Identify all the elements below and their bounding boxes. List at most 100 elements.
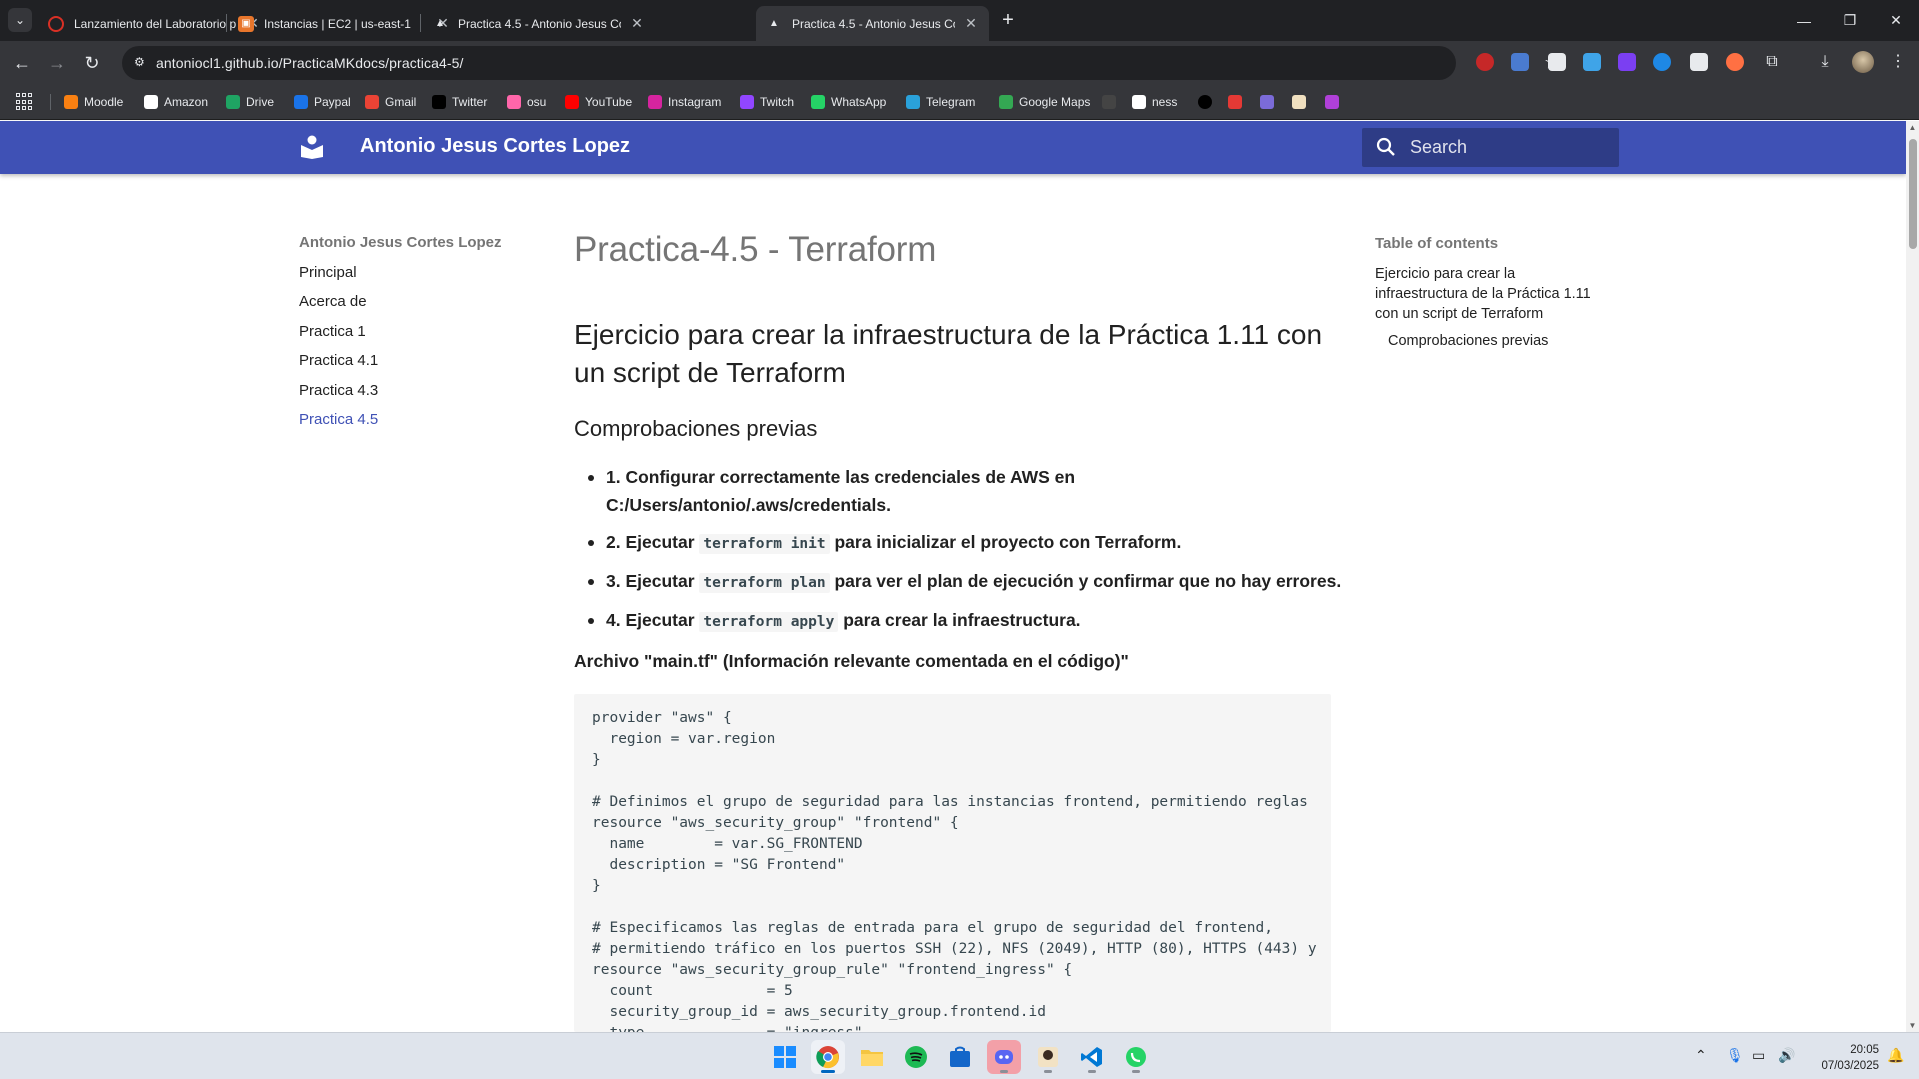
scroll-down-icon[interactable]: ▼ [1908,1021,1917,1030]
app-icon[interactable] [1031,1040,1065,1074]
bookmark-twitter[interactable]: Twitter [432,93,487,111]
shazam-extension-icon[interactable] [1653,53,1671,71]
wordpress-icon [1132,95,1146,109]
bookmark-drive[interactable]: Drive [226,93,274,111]
bookmark-label: Google Maps [1019,95,1091,109]
nav-item-practica-4-5[interactable]: Practica 4.5 [299,411,378,428]
blue-app-icon [1260,95,1274,109]
tab-practica-1[interactable]: ▲ Practica 4.5 - Antonio Jesus Cor ✕ [422,6,655,41]
chrome-menu-icon[interactable]: ⋮ [1888,52,1908,72]
threads-icon [1198,95,1212,109]
network-icon[interactable]: ▭ [1752,1047,1765,1064]
bookmark-ness[interactable]: ness [1132,93,1177,111]
code-text[interactable]: provider "aws" { region = var.region } #… [592,708,1317,1032]
bookmark-gg[interactable] [1102,93,1122,111]
volume-icon[interactable]: 🔊 [1778,1047,1795,1064]
tab-title: Practica 4.5 - Antonio Jesus Cor [792,16,955,31]
steps-list: 1. Configurar correctamente las credenci… [574,463,1354,645]
forward-button[interactable]: → [43,49,71,77]
scroll-thumb[interactable] [1909,139,1917,249]
site-info-icon[interactable]: ⚙ [134,55,150,71]
toc-sublink[interactable]: Comprobaciones previas [1388,333,1548,349]
download-icon[interactable]: ⤓ [1815,52,1835,72]
bookmark-telegram[interactable]: Telegram [906,93,975,111]
scroll-up-icon[interactable]: ▲ [1908,123,1917,132]
notification-icon[interactable]: 🔔 [1887,1047,1904,1064]
bookmark-app-purple[interactable] [1325,93,1345,111]
store-icon[interactable] [943,1040,977,1074]
bookmark-moodle[interactable]: Moodle [64,93,123,111]
red-app-icon [1228,95,1242,109]
bookmark-app-blue[interactable] [1260,93,1280,111]
gg-icon [1102,95,1116,109]
bookmarks-bar: Moodle Amazon Drive Paypal Gmail Twitter osu Yo… [0,84,1919,120]
bookmark-label: Moodle [84,95,124,109]
file-explorer-icon[interactable] [855,1040,889,1074]
chrome-icon[interactable] [811,1040,845,1074]
amazon-icon [144,95,158,109]
bookmark-app-red[interactable] [1228,93,1248,111]
search-box[interactable] [1362,128,1619,167]
step-text: 3. Ejecutar [606,571,700,591]
system-clock[interactable]: 20:05 07/03/2025 [1799,1042,1879,1074]
address-bar[interactable]: ⚙ antoniocl1.github.io/PracticaMKdocs/pr… [122,46,1560,80]
code-block[interactable]: provider "aws" { region = var.region } #… [574,694,1331,1032]
bookmark-osu[interactable]: osu [507,93,546,111]
discord-icon[interactable] [987,1040,1021,1074]
adblock-extension-icon[interactable] [1476,53,1494,71]
step-text: para inicializar el proyecto con Terrafo… [829,532,1182,552]
extensions-puzzle-icon[interactable]: ⧉ [1762,52,1782,72]
bookmark-label: WhatsApp [831,95,887,109]
close-icon[interactable]: ✕ [629,15,645,32]
p-extension-icon[interactable] [1618,53,1636,71]
bookmark-whatsapp[interactable]: WhatsApp [811,93,886,111]
bookmark-instagram[interactable]: Instagram [648,93,721,111]
microphone-icon[interactable]: 🎙 [1726,1047,1744,1064]
page-scrollbar[interactable]: ▲ ▼ [1906,121,1919,1032]
book-logo-icon[interactable] [301,135,323,159]
toc-link[interactable]: Ejercicio para crear la infraestructura … [1375,264,1595,324]
bookmark-paypal[interactable]: Paypal [294,93,351,111]
bookmark-threads[interactable] [1198,93,1218,111]
bookmark-label: Twitter [452,95,488,109]
close-icon[interactable]: ✕ [963,15,979,32]
nav-item-practica-4-3[interactable]: Practica 4.3 [299,382,378,399]
close-window-button[interactable]: ✕ [1873,0,1919,41]
bookmark-app-film[interactable] [1292,93,1312,111]
profile-avatar[interactable] [1852,51,1874,73]
bookmark-amazon[interactable]: Amazon [144,93,208,111]
window-extension-icon[interactable] [1548,53,1566,71]
chevron-up-icon[interactable]: ⌃ [1695,1047,1707,1064]
bookmark-gmail[interactable]: Gmail [365,93,416,111]
windows-start-icon[interactable] [768,1040,802,1074]
translate-extension-icon[interactable] [1511,53,1529,71]
reload-button[interactable]: ↻ [78,49,106,77]
tab-search-button[interactable]: ⌄ [8,8,32,32]
minimize-button[interactable]: ― [1781,0,1827,41]
apps-grid-icon[interactable] [16,93,34,111]
nav-item-acerca[interactable]: Acerca de [299,293,367,310]
bookmark-twitch[interactable]: Twitch [740,93,794,111]
vscode-icon[interactable] [1075,1040,1109,1074]
nav-item-practica-1[interactable]: Practica 1 [299,323,366,340]
tab-practica-active[interactable]: ▲ Practica 4.5 - Antonio Jesus Cor ✕ [756,6,989,41]
back-button[interactable]: ← [8,49,36,77]
mkdocs-icon: ▲ [435,18,445,29]
nav-item-principal[interactable]: Principal [299,264,357,281]
spotify-icon[interactable] [899,1040,933,1074]
restore-button[interactable]: ❐ [1827,0,1873,41]
whatsapp-taskbar-icon[interactable] [1119,1040,1153,1074]
site-title[interactable]: Antonio Jesus Cortes Lopez [360,135,630,158]
language-extension-icon[interactable] [1583,53,1601,71]
cast-extension-icon[interactable] [1690,53,1708,71]
colorful-extension-icon[interactable] [1726,53,1744,71]
search-input[interactable] [1410,128,1610,167]
toc-title: Table of contents [1375,235,1499,252]
bookmark-label: osu [527,95,547,109]
bookmark-label: YouTube [585,95,633,109]
bookmark-youtube[interactable]: YouTube [565,93,632,111]
bookmark-google-maps[interactable]: Google Maps [999,93,1090,111]
nav-item-practica-4-1[interactable]: Practica 4.1 [299,352,378,369]
step-text: para ver el plan de ejecución y confirma… [829,571,1342,591]
new-tab-button[interactable]: + [996,9,1020,33]
